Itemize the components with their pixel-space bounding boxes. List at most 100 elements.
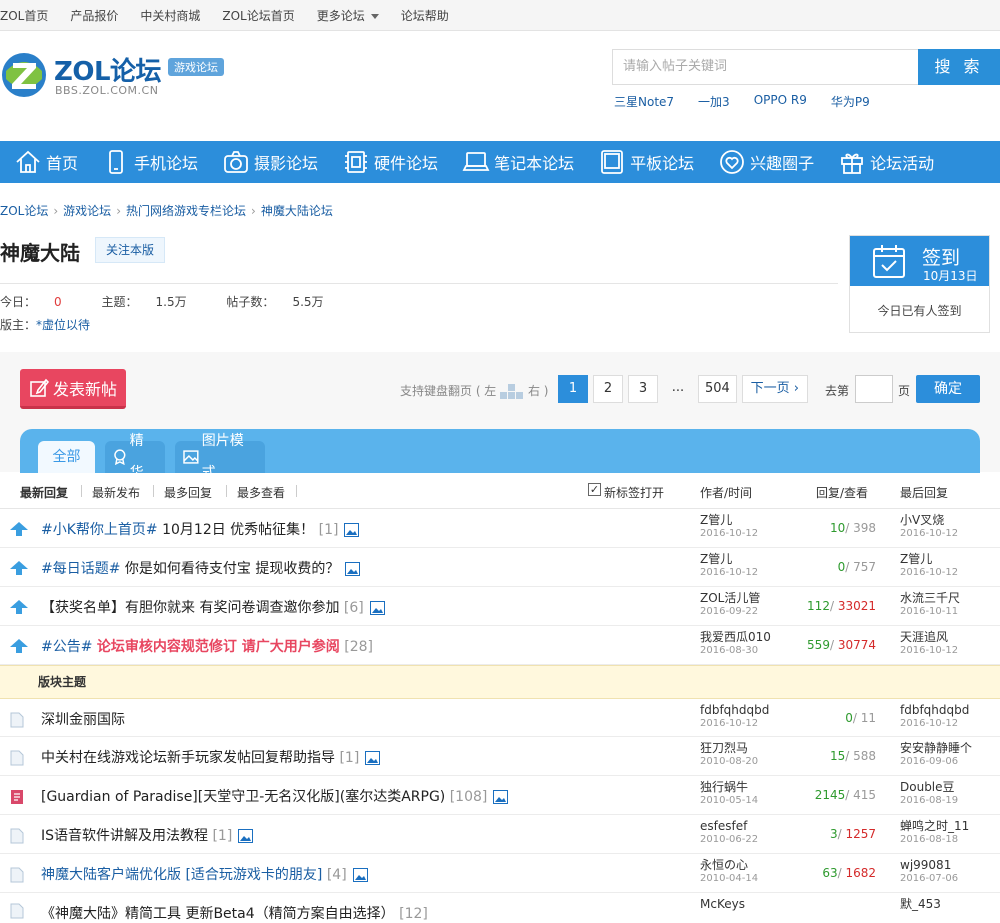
breadcrumb-link[interactable]: 热门网络游戏专栏论坛 [126, 204, 246, 218]
table-row[interactable]: 深圳金丽国际 fdbfqhdqbd 2016-10-12 0/ 11 fdbfqh… [0, 699, 1000, 737]
forum-stats: 今日： 0 主题： 1.5万 帖子数： 5.5万 [0, 293, 360, 310]
author-name[interactable]: 我爱西瓜010 [700, 631, 771, 644]
last-reply-user[interactable]: 蝉鸣之时_11 [900, 820, 969, 833]
thread-tag[interactable]: #小K帮你上首页# [41, 522, 158, 538]
page-button[interactable]: 3 [628, 375, 658, 403]
table-row[interactable]: #小K帮你上首页# 10月12日 优秀帖征集！ [1] Z管儿 2016-10-1… [0, 509, 1000, 548]
nav-forum-events[interactable]: 论坛活动 [838, 141, 934, 183]
author-name[interactable]: esfesfef [700, 820, 758, 833]
thread-title[interactable]: #公告# 论坛审核内容规范修订 请广大用户参阅 [28] [41, 636, 373, 656]
sort-most-replies[interactable]: 最多回复 [164, 484, 212, 501]
thread-title[interactable]: IS语音软件讲解及用法教程 [1] [41, 825, 254, 845]
image-icon [352, 868, 368, 882]
top-link-forum-home[interactable]: ZOL论坛首页 [222, 7, 294, 24]
author-name[interactable]: McKeys [700, 898, 745, 911]
view-separator: / [829, 599, 838, 613]
nav-phone-forum[interactable]: 手机论坛 [102, 141, 198, 183]
goto-page-input[interactable] [855, 375, 893, 403]
hotword-link[interactable]: OPPO R9 [754, 93, 807, 110]
thread-tag[interactable]: #公告# [41, 639, 92, 655]
zol-logo-icon[interactable] [0, 51, 48, 99]
last-reply-user[interactable]: 安安静静睡个 [900, 742, 972, 755]
search-input[interactable]: 请输入帖子关键词 [612, 49, 919, 85]
last-reply-user[interactable]: 水流三千尺 [900, 592, 960, 605]
sort-most-views[interactable]: 最多查看 [237, 484, 285, 501]
forum-category-tag[interactable]: 游戏论坛 [168, 58, 224, 76]
hotword-link[interactable]: 华为P9 [831, 93, 870, 110]
top-link-help[interactable]: 论坛帮助 [401, 7, 449, 24]
last-reply-date: 2016-10-11 [900, 606, 959, 617]
page-button[interactable]: 1 [558, 375, 588, 403]
follow-button[interactable]: 关注本版 [95, 237, 165, 263]
new-post-button[interactable]: 发表新帖 [20, 369, 126, 409]
logo-text[interactable]: ZOL论坛 [54, 51, 162, 88]
sort-latest-post[interactable]: 最新发布 [92, 484, 140, 501]
thread-title[interactable]: 神魔大陆客户端优化版 [适合玩游戏卡的朋友] [4] [41, 864, 368, 884]
table-row[interactable]: 《神魔大陆》精简工具 更新Beta4（精简方案自由选择） [12] McKeys… [0, 893, 1000, 922]
table-row[interactable]: 【获奖名单】有胆你就来 有奖问卷调查邀你参加 [6] ZOL活儿管 2016-09… [0, 587, 1000, 626]
top-link-price[interactable]: 产品报价 [70, 7, 118, 24]
thread-title[interactable]: 中关村在线游戏论坛新手玩家发帖回复帮助指导 [1] [41, 747, 381, 767]
moderators-value[interactable]: *虚位以待 [36, 318, 90, 332]
sort-latest-reply[interactable]: 最新回复 [20, 484, 68, 501]
author-name[interactable]: Z管儿 [700, 553, 758, 566]
last-reply-user[interactable]: 默_453 [900, 898, 941, 911]
hotword-link[interactable]: 一加3 [698, 93, 730, 110]
author-name[interactable]: fdbfqhdqbd [700, 704, 769, 717]
nav-label: 硬件论坛 [374, 154, 439, 173]
tab-all[interactable]: 全部 [38, 441, 95, 473]
view-separator: / [852, 711, 861, 725]
nav-hardware-forum[interactable]: 硬件论坛 [342, 141, 438, 183]
next-page-button[interactable]: 下一页 › [741, 375, 808, 403]
table-row[interactable]: #每日话题# 你是如何看待支付宝 提现收费的？ Z管儿 2016-10-12 0/… [0, 548, 1000, 587]
page-button[interactable]: 2 [593, 375, 623, 403]
chevron-right-icon: › [789, 381, 799, 396]
search-button[interactable]: 搜 索 [918, 49, 1000, 85]
author-name[interactable]: 狂刀烈马 [700, 742, 758, 755]
page-button[interactable]: 504 [698, 375, 737, 403]
tab-image-mode[interactable]: 图片模式 [175, 433, 265, 481]
last-reply-user[interactable]: Z管儿 [900, 553, 958, 566]
goto-confirm-button[interactable]: 确定 [916, 375, 980, 403]
top-link-zol-home[interactable]: ZOL首页 [0, 7, 48, 24]
thread-title[interactable]: #小K帮你上首页# 10月12日 优秀帖征集！ [1] [41, 519, 360, 539]
last-reply-user[interactable]: Double豆 [900, 781, 958, 794]
top-link-mall[interactable]: 中关村商城 [140, 7, 200, 24]
tab-featured[interactable]: 精华 [105, 433, 165, 481]
breadcrumb-link[interactable]: 游戏论坛 [63, 204, 111, 218]
table-row[interactable]: IS语音软件讲解及用法教程 [1] esfesfef 2010-06-22 3/ … [0, 815, 1000, 854]
nav-home[interactable]: 首页 [14, 141, 78, 183]
author-name[interactable]: 独行蜗牛 [700, 781, 758, 794]
breadcrumb-link[interactable]: ZOL论坛 [0, 204, 48, 218]
thread-title[interactable]: 【获奖名单】有胆你就来 有奖问卷调查邀你参加 [6] [41, 597, 385, 617]
thread-title[interactable]: 深圳金丽国际 [41, 709, 125, 729]
last-reply-user[interactable]: 天涯追风 [900, 631, 958, 644]
thread-title[interactable]: [Guardian of Paradise][天堂守卫-无名汉化版](塞尔达类A… [41, 786, 509, 806]
thread-title-text: 中关村在线游戏论坛新手玩家发帖回复帮助指导 [41, 750, 335, 766]
last-reply-date: 2016-10-12 [900, 645, 959, 656]
table-row[interactable]: 中关村在线游戏论坛新手玩家发帖回复帮助指导 [1] 狂刀烈马 2010-08-20… [0, 737, 1000, 776]
author-name[interactable]: 永恒の心 [700, 859, 758, 872]
author-name[interactable]: Z管儿 [700, 514, 758, 527]
nav-laptop-forum[interactable]: 笔记本论坛 [462, 141, 574, 183]
new-tab-checkbox[interactable]: ✓ [588, 483, 601, 496]
logo-subtitle: BBS.ZOL.COM.CN [55, 84, 159, 97]
table-row[interactable]: [Guardian of Paradise][天堂守卫-无名汉化版](塞尔达类A… [0, 776, 1000, 815]
nav-tablet-forum[interactable]: 平板论坛 [598, 141, 694, 183]
thread-title[interactable]: #每日话题# 你是如何看待支付宝 提现收费的？ [41, 558, 361, 578]
last-reply-user[interactable]: wj99081 [900, 859, 958, 872]
last-reply-user[interactable]: fdbfqhdqbd [900, 704, 969, 717]
nav-interest-circle[interactable]: 兴趣圈子 [718, 141, 814, 183]
thread-tag[interactable]: #每日话题# [41, 561, 120, 577]
author-name[interactable]: ZOL活儿管 [700, 592, 760, 605]
breadcrumb-link[interactable]: 神魔大陆论坛 [261, 204, 333, 218]
thread-title[interactable]: 《神魔大陆》精简工具 更新Beta4（精简方案自由选择） [12] [41, 903, 428, 923]
nav-camera-forum[interactable]: 摄影论坛 [222, 141, 318, 183]
last-reply-user[interactable]: 小V叉烧 [900, 514, 958, 527]
top-link-more-forums[interactable]: 更多论坛 [317, 7, 379, 24]
table-row[interactable]: 神魔大陆客户端优化版 [适合玩游戏卡的朋友] [4] 永恒の心 2010-04-1… [0, 854, 1000, 893]
hotword-link[interactable]: 三星Note7 [614, 93, 674, 110]
reply-count: 63 [822, 866, 838, 880]
signin-button[interactable]: 签到 10月13日 [850, 236, 989, 286]
table-row[interactable]: #公告# 论坛审核内容规范修订 请广大用户参阅 [28] 我爱西瓜010 2016… [0, 626, 1000, 665]
